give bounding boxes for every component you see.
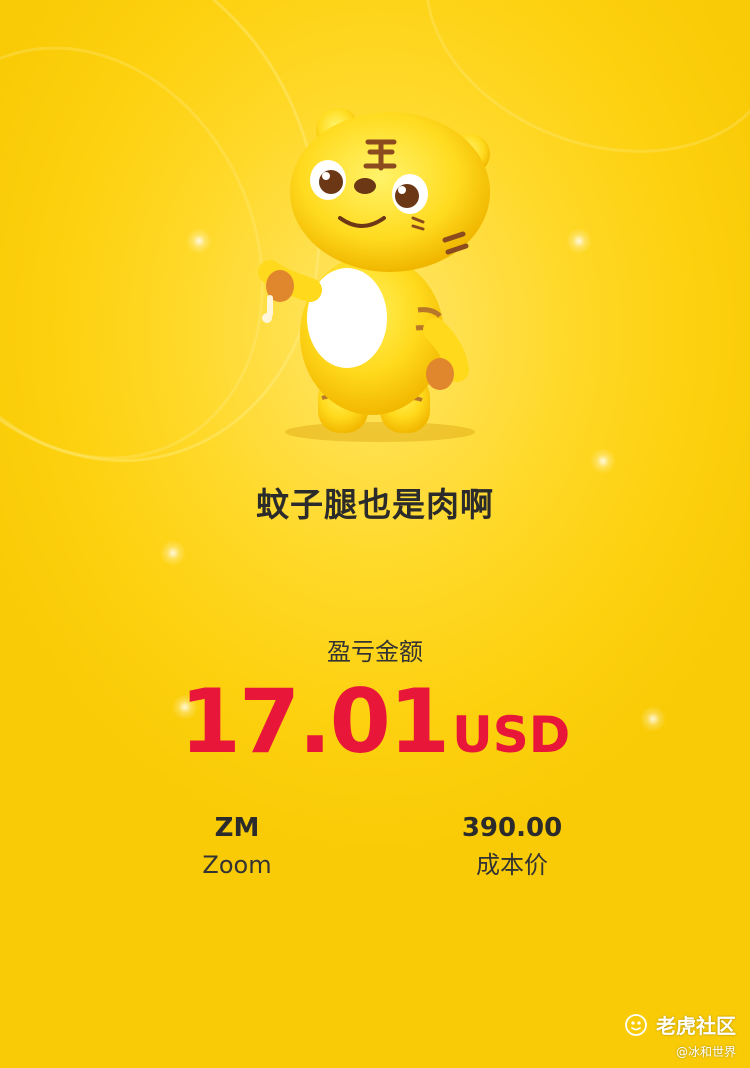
stock-name: Zoom [202,851,272,879]
sparkle-decoration [566,228,592,254]
stock-info: ZM Zoom [137,810,337,884]
cost-info: 390.00 成本价 [412,810,612,884]
sparkle-decoration [590,448,616,474]
cost-price-value: 390.00 [461,813,563,843]
pnl-currency: USD [452,706,571,764]
stock-symbol: ZM [214,813,260,843]
watermark-brand: 老虎社区 [624,1010,736,1039]
share-card: 蚊子腿也是肉啊 盈亏金额 17.01USD ZM Zoom 390.00 成本价… [0,0,750,1068]
watermark-username: @冰和世界 [675,1045,736,1059]
pnl-label: 盈亏金额 [327,638,423,666]
sparkle-decoration [186,228,212,254]
community-watermark: 老虎社区 @冰和世界 [624,1010,736,1060]
pnl-amount: 17.01 [179,670,450,773]
share-slogan: 蚊子腿也是肉啊 [256,485,494,524]
tiger-mascot-image [258,108,490,442]
watermark-brand-text: 老虎社区 [656,1014,736,1038]
cost-price-label: 成本价 [476,851,548,879]
pnl-value: 17.01USD [0,670,750,773]
tiger-community-logo-icon [625,1013,647,1036]
sparkle-decoration [160,540,186,566]
